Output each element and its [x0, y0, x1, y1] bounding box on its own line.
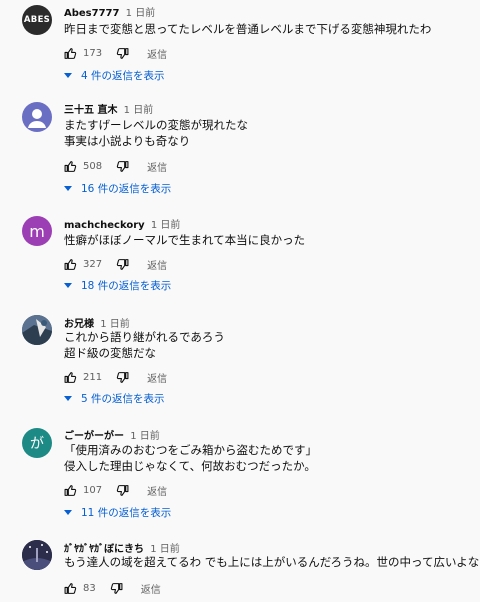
comment-actions: 107 返信 — [64, 482, 167, 498]
thumbs-up-icon — [64, 371, 77, 383]
profile-picture — [22, 315, 52, 345]
comment-line: 事実は小説よりも奇なり — [64, 134, 191, 148]
view-replies-label: 5 件の返信を表示 — [81, 392, 165, 405]
timestamp[interactable]: 1 日前 — [124, 105, 154, 116]
comment-header: machcheckory 1 日前 — [64, 216, 180, 231]
profile-picture — [22, 540, 52, 570]
reply-button[interactable]: 返信 — [147, 159, 167, 174]
like-button[interactable]: 327 — [64, 258, 102, 271]
thumbs-down-icon — [116, 47, 129, 59]
author-name[interactable]: 三十五 直木 — [64, 105, 117, 116]
comment-header: お兄様 1 日前 — [64, 315, 130, 330]
view-replies-label: 4 件の返信を表示 — [81, 69, 165, 82]
view-replies-label: 16 件の返信を表示 — [81, 182, 172, 195]
timestamp[interactable]: 1 日前 — [130, 431, 160, 442]
dislike-button[interactable] — [110, 582, 123, 595]
like-count: 173 — [83, 47, 103, 59]
comment-text: 性癖がほぼノーマルで生まれて本当に良かった — [64, 232, 305, 248]
reply-button[interactable]: 返信 — [141, 581, 161, 596]
caret-down-icon — [64, 185, 72, 191]
caret-down-icon — [64, 395, 72, 401]
thumbs-down-icon — [116, 160, 129, 172]
dislike-button[interactable] — [116, 47, 129, 60]
thumbs-down-icon — [116, 484, 129, 496]
comment-header: ごーがーがー 1 日前 — [64, 427, 160, 442]
view-replies-button[interactable]: 18 件の返信を表示 — [64, 277, 171, 293]
author-name[interactable]: Abes7777 — [64, 8, 119, 19]
avatar[interactable]: ABES — [22, 5, 52, 35]
comment-line: もう達人の域を超えてるわ でも上には上がいるんだろうね。世の中って広いよなー — [64, 555, 480, 569]
avatar-text: が — [30, 436, 44, 452]
comment-line: 超ド級の変態だな — [64, 346, 156, 360]
comment-line: 「使用済みのおむつをごみ箱から盗むためです」 — [64, 443, 317, 457]
comment-header: ｶﾞﾔｶﾞﾔｶﾞぼにきち 1 日前 — [64, 540, 180, 555]
dislike-button[interactable] — [116, 484, 129, 497]
view-replies-button[interactable]: 11 件の返信を表示 — [64, 504, 171, 520]
like-button[interactable]: 508 — [64, 160, 102, 173]
view-replies-button[interactable]: 16 件の返信を表示 — [64, 180, 171, 196]
comment-actions: 508 返信 — [64, 158, 167, 174]
comment-line: またすげーレベルの変態が現れたな — [64, 118, 248, 132]
avatar[interactable]: が — [22, 428, 52, 458]
like-button[interactable]: 211 — [64, 371, 102, 384]
comment-line: これから語り継がれるであろう — [64, 330, 225, 344]
comment-text: これから語り継がれるであろう 超ド級の変態だな — [64, 329, 225, 361]
thumbs-up-icon — [64, 484, 77, 496]
author-name[interactable]: ごーがーがー — [64, 431, 124, 442]
like-count: 107 — [83, 484, 103, 496]
thumbs-up-icon — [64, 160, 77, 172]
comment-header: 三十五 直木 1 日前 — [64, 101, 153, 116]
thumbs-up-icon — [64, 47, 77, 59]
author-name[interactable]: machcheckory — [64, 220, 145, 231]
dislike-button[interactable] — [116, 258, 129, 271]
reply-button[interactable]: 返信 — [147, 483, 167, 498]
avatar[interactable] — [22, 102, 52, 132]
comment-actions: 83 返信 — [64, 580, 161, 596]
avatar[interactable] — [22, 540, 52, 570]
comment-text: 昨日まで変態と思ってたレベルを普通レベルまで下げる変態神現れたわ — [64, 21, 431, 37]
comment-line: 侵入した理由じゃなくて、何故おむつだったか。 — [64, 459, 316, 473]
comment-actions: 327 返信 — [64, 256, 167, 272]
caret-down-icon — [64, 509, 72, 515]
view-replies-label: 11 件の返信を表示 — [81, 506, 172, 519]
comment-line: 性癖がほぼノーマルで生まれて本当に良かった — [64, 233, 306, 247]
thumbs-up-icon — [64, 582, 77, 594]
caret-down-icon — [64, 72, 72, 78]
like-button[interactable]: 83 — [64, 582, 96, 595]
avatar[interactable]: m — [22, 216, 52, 246]
avatar[interactable] — [22, 315, 52, 345]
dislike-button[interactable] — [116, 371, 129, 384]
comment-text: もう達人の域を超えてるわ でも上には上がいるんだろうね。世の中って広いよなー — [64, 554, 480, 570]
thumbs-up-icon — [64, 258, 77, 270]
timestamp[interactable]: 1 日前 — [151, 220, 181, 231]
thumbs-down-icon — [116, 371, 129, 383]
comment-actions: 173 返信 — [64, 45, 167, 61]
comment-actions: 211 返信 — [64, 369, 167, 385]
like-count: 211 — [83, 371, 103, 383]
like-count: 327 — [83, 258, 103, 270]
like-count: 83 — [83, 582, 96, 594]
like-count: 508 — [83, 160, 103, 172]
comment-text: またすげーレベルの変態が現れたな 事実は小説よりも奇なり — [64, 117, 248, 149]
default-avatar-icon — [28, 109, 46, 128]
thumbs-down-icon — [110, 582, 123, 594]
dislike-button[interactable] — [116, 160, 129, 173]
view-replies-label: 18 件の返信を表示 — [81, 279, 172, 292]
reply-button[interactable]: 返信 — [147, 370, 167, 385]
comment-text: 「使用済みのおむつをごみ箱から盗むためです」 侵入した理由じゃなくて、何故おむつ… — [64, 442, 317, 474]
timestamp[interactable]: 1 日前 — [126, 8, 156, 19]
caret-down-icon — [64, 282, 72, 288]
thumbs-down-icon — [116, 258, 129, 270]
comment-header: Abes7777 1 日前 — [64, 4, 155, 19]
like-button[interactable]: 107 — [64, 484, 102, 497]
reply-button[interactable]: 返信 — [147, 257, 167, 272]
reply-button[interactable]: 返信 — [147, 46, 167, 61]
comment-line: 昨日まで変態と思ってたレベルを普通レベルまで下げる変態神現れたわ — [64, 22, 432, 36]
view-replies-button[interactable]: 4 件の返信を表示 — [64, 67, 165, 83]
avatar-text: m — [29, 221, 45, 241]
view-replies-button[interactable]: 5 件の返信を表示 — [64, 390, 165, 406]
like-button[interactable]: 173 — [64, 47, 102, 60]
avatar-text: ABES — [23, 15, 51, 25]
